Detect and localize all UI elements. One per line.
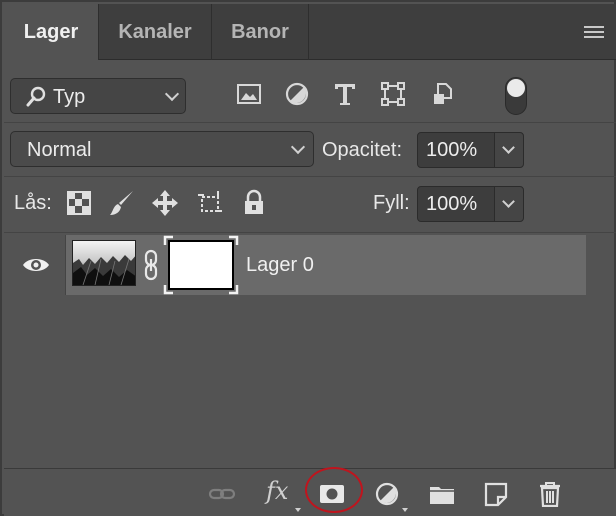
blend-mode-dropdown[interactable]: Normal <box>10 131 314 167</box>
fill-slider-button[interactable] <box>494 186 524 222</box>
add-layer-style-button[interactable]: fx <box>266 477 288 505</box>
tab-banor[interactable]: Banor <box>212 4 308 60</box>
layer-row[interactable]: Lager 0 <box>4 235 586 295</box>
chevron-down-icon <box>502 141 515 154</box>
layer-mask-thumbnail[interactable] <box>168 240 234 290</box>
mask-button-highlight-circle <box>305 467 363 513</box>
filter-kind-label: Typ <box>53 86 86 108</box>
lock-transparent-pixels-icon[interactable] <box>65 189 93 217</box>
type-filter-icon[interactable] <box>332 81 358 107</box>
layer-thumbnail-image <box>73 241 135 285</box>
tab-lager[interactable]: Lager <box>4 4 98 61</box>
image-filter-icon[interactable] <box>236 81 262 107</box>
divider <box>4 176 616 177</box>
lock-position-icon[interactable] <box>151 189 179 217</box>
lock-image-pixels-icon[interactable] <box>108 189 136 217</box>
fill-field[interactable]: 100% <box>417 186 495 222</box>
link-layers-icon[interactable] <box>208 481 236 507</box>
filter-kind-dropdown[interactable]: Typ <box>10 78 186 114</box>
panel-tab-bar: Lager Kanaler Banor <box>4 4 616 61</box>
chevron-down-icon <box>290 139 306 155</box>
folder-icon[interactable] <box>428 481 456 507</box>
lock-all-icon[interactable] <box>240 189 268 217</box>
layers-panel: Lager Kanaler Banor Typ Normal Opacitet:… <box>0 0 616 516</box>
blend-mode-label: Normal <box>27 139 92 161</box>
lock-artboard-icon[interactable] <box>196 189 224 217</box>
layer-thumbnail[interactable] <box>72 240 136 286</box>
layer-name[interactable]: Lager 0 <box>246 235 314 295</box>
divider <box>4 232 616 233</box>
opacity-field[interactable]: 100% <box>417 132 495 168</box>
dropdown-triangle-icon <box>295 508 301 512</box>
shape-filter-icon[interactable] <box>380 81 406 107</box>
search-icon <box>26 86 46 107</box>
tab-divider <box>308 4 309 60</box>
chevron-down-icon <box>164 86 180 102</box>
fill-label: Fyll: <box>373 192 410 214</box>
mask-link-icon[interactable] <box>141 249 161 281</box>
tab-kanaler[interactable]: Kanaler <box>99 4 211 60</box>
opacity-label: Opacitet: <box>322 139 403 161</box>
lock-label: Lås: <box>14 192 52 214</box>
fill-value: 100% <box>426 193 478 215</box>
adjustment-layer-icon[interactable] <box>374 481 402 507</box>
trash-icon[interactable] <box>536 481 564 507</box>
smart-object-filter-icon[interactable] <box>430 81 456 107</box>
eye-icon <box>23 259 49 271</box>
new-layer-icon[interactable] <box>482 481 510 507</box>
filter-toggle[interactable] <box>505 77 527 115</box>
layer-visibility-toggle[interactable] <box>4 235 66 295</box>
opacity-slider-button[interactable] <box>494 132 524 168</box>
divider <box>4 122 616 123</box>
dropdown-triangle-icon <box>402 508 408 512</box>
panel-menu-icon[interactable] <box>584 26 604 40</box>
adjustment-filter-icon[interactable] <box>284 81 310 107</box>
toggle-knob <box>507 79 525 97</box>
chevron-down-icon <box>502 195 515 208</box>
opacity-value: 100% <box>426 139 478 161</box>
